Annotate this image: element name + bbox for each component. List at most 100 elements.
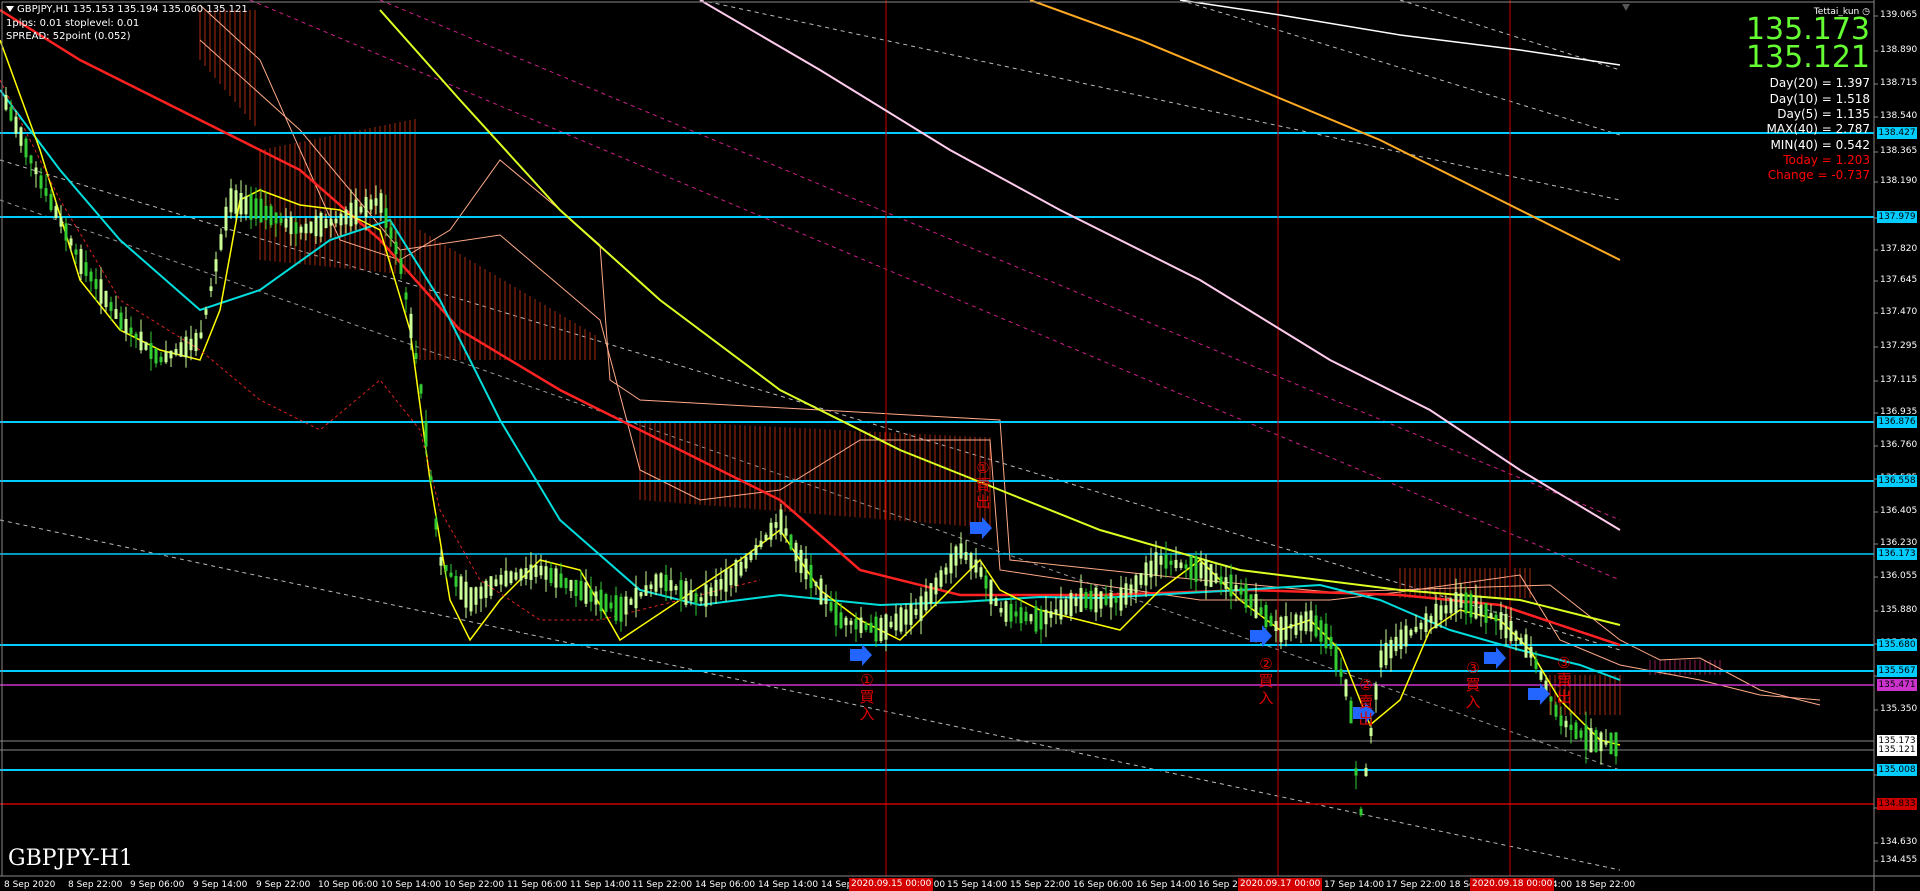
candle-body — [1379, 650, 1383, 668]
candle-body — [959, 543, 963, 559]
candle-body — [604, 594, 608, 612]
price-level-tag: 134.833 — [1877, 798, 1917, 810]
candle-body — [599, 589, 603, 612]
candle-body — [594, 591, 598, 605]
candle-body — [264, 205, 268, 221]
candle-body — [424, 421, 428, 447]
candle-body — [1204, 560, 1208, 586]
candle-body — [1404, 625, 1408, 647]
candle-body — [1019, 607, 1023, 624]
candle-body — [709, 587, 713, 597]
candle-body — [1554, 704, 1558, 717]
candle-body — [1479, 604, 1483, 617]
price-tick-label: 137.115 — [1880, 375, 1918, 385]
time-tick-label: 10 Sep 14:00 — [381, 880, 442, 890]
candle-body — [164, 351, 168, 363]
candle-body — [1174, 559, 1178, 569]
candle-body — [934, 577, 938, 595]
candle-body — [779, 509, 783, 535]
candle-body — [494, 579, 498, 587]
price-level-tag: 136.876 — [1877, 416, 1917, 428]
candle-body — [689, 590, 693, 601]
candle-body — [1219, 576, 1223, 585]
candle-body — [1484, 603, 1488, 623]
candle-body — [1284, 616, 1288, 640]
candle-body — [334, 218, 338, 224]
candle-body — [939, 570, 943, 587]
candle-body — [609, 602, 613, 609]
candle-body — [59, 217, 63, 227]
candle-body — [1474, 597, 1478, 619]
candle-body — [764, 534, 768, 541]
candle-body — [1264, 604, 1268, 628]
candle-body — [1044, 609, 1048, 625]
candle-body — [1134, 575, 1138, 593]
candle-body — [1394, 636, 1398, 652]
candle-body — [894, 613, 898, 631]
candle-body — [1459, 593, 1463, 608]
candle-body — [1569, 724, 1573, 730]
candle-body — [654, 574, 658, 592]
candle-body — [1294, 614, 1298, 635]
candle-body — [1549, 696, 1553, 702]
candle-body — [114, 309, 118, 319]
candle-body — [1449, 598, 1453, 614]
candle-body — [134, 333, 138, 339]
candle-body — [624, 596, 628, 615]
candle-body — [744, 556, 748, 569]
candle-body — [64, 223, 68, 241]
time-tick-label: 16 Sep 14:00 — [1136, 880, 1197, 890]
candle-body — [1444, 605, 1448, 614]
candle-body — [189, 338, 193, 351]
price-chart[interactable] — [0, 0, 1920, 891]
candle-body — [1529, 646, 1533, 658]
candle-body — [1384, 642, 1388, 666]
candle-body — [179, 342, 183, 357]
candle-body — [319, 212, 323, 237]
candle-body — [734, 560, 738, 586]
candle-body — [474, 587, 478, 605]
candle-body — [534, 565, 538, 577]
candle-body — [1504, 613, 1508, 639]
candle-body — [259, 198, 263, 223]
candle-body — [864, 623, 868, 630]
candle-body — [294, 222, 298, 234]
candle-body — [949, 553, 953, 574]
candle-body — [239, 193, 243, 215]
candle-body — [819, 578, 823, 605]
candle-body — [814, 581, 818, 587]
candle-body — [399, 258, 403, 274]
trade-annotation-label: ②買入 — [1258, 655, 1274, 707]
candle-body — [1104, 595, 1108, 605]
price-tick-label: 136.405 — [1880, 506, 1918, 516]
chart-symbol-label: GBPJPY-H1 — [8, 846, 133, 871]
candle-body — [699, 597, 703, 602]
candle-body — [1279, 617, 1283, 643]
candle-body — [1424, 613, 1428, 632]
candle-body — [929, 583, 933, 604]
candle-body — [364, 197, 368, 217]
candle-body — [989, 579, 993, 605]
candle-body — [269, 206, 273, 225]
candle-body — [414, 353, 418, 359]
candle-body — [374, 198, 378, 206]
candle-body — [234, 190, 238, 214]
symbol-info-line: GBPJPY,H1 135.153 135.194 135.060 135.12… — [6, 4, 248, 16]
candle-body — [249, 194, 253, 220]
candle-body — [159, 356, 163, 363]
candle-body — [899, 607, 903, 632]
candle-body — [1029, 614, 1033, 622]
candle-body — [74, 249, 78, 255]
candle-body — [1469, 593, 1473, 618]
price-tick-label: 137.820 — [1880, 244, 1918, 254]
candle-body — [784, 528, 788, 536]
candle-body — [229, 188, 233, 213]
candle-body — [639, 592, 643, 597]
trade-annotation-label: ①買入 — [859, 671, 875, 723]
candle-body — [464, 581, 468, 608]
candle-body — [774, 522, 778, 528]
candle-body — [1319, 620, 1323, 642]
candle-body — [569, 579, 573, 592]
candle-body — [79, 248, 83, 275]
candle-body — [1584, 725, 1588, 750]
